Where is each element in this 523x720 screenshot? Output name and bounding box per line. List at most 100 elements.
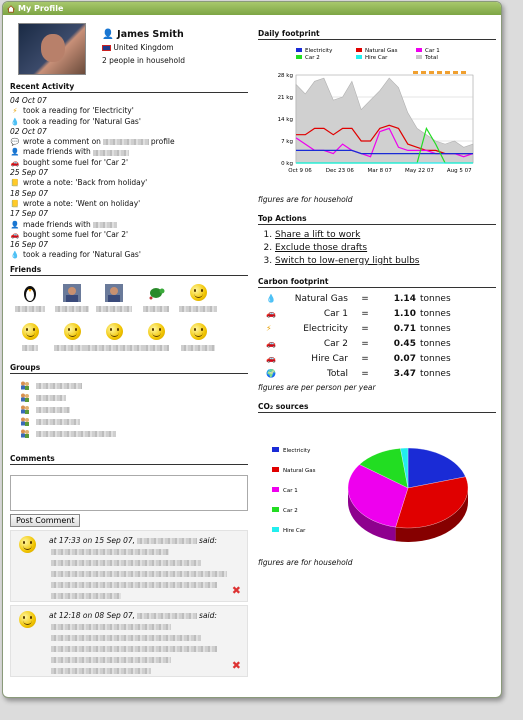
comment-line xyxy=(49,643,239,654)
blurred-text xyxy=(36,418,80,425)
post-comment-button[interactable]: Post Comment xyxy=(10,513,81,527)
legend-label: Electricity xyxy=(305,48,333,54)
carbon-unit: tonnes xyxy=(419,323,451,334)
blurred-text xyxy=(96,305,132,312)
app-window: My Profile 👤 James Smith United Kingdom … xyxy=(2,1,502,698)
smiley-icon xyxy=(104,322,124,342)
activity-item[interactable]: 💬 wrote a comment on profile xyxy=(10,137,248,147)
droplet-icon: 💧 xyxy=(10,251,20,260)
legend-label: Total xyxy=(424,55,438,61)
car-icon: 🚗 xyxy=(10,230,20,239)
penguin-icon xyxy=(20,283,40,303)
blurred-text xyxy=(51,581,217,588)
speech-bubble-icon: 💬 xyxy=(10,138,20,147)
carbon-row: 🚗 Car 2 = 0.45 tonnes xyxy=(264,336,453,351)
activity-item[interactable]: 💧 took a reading for 'Natural Gas' xyxy=(10,250,248,260)
blurred-text xyxy=(51,592,121,599)
friend[interactable] xyxy=(10,318,50,357)
friend[interactable] xyxy=(85,318,143,357)
top-action-link[interactable]: Share a lift to work xyxy=(275,230,360,240)
legend-label: Car 2 xyxy=(283,508,298,514)
friend[interactable] xyxy=(178,318,218,357)
group-item[interactable] xyxy=(10,428,248,440)
activity-item[interactable]: 👤 made friends with xyxy=(10,220,248,230)
delete-icon[interactable]: ✖ xyxy=(232,584,241,597)
activity-text: wrote a comment on xyxy=(23,137,101,147)
blurred-text xyxy=(51,645,217,652)
blurred-text xyxy=(36,430,116,437)
friend[interactable] xyxy=(52,318,92,357)
photo-icon xyxy=(104,283,124,303)
blurred-text xyxy=(143,344,169,351)
profile-name: James Smith xyxy=(117,29,184,40)
activity-text: made friends with xyxy=(23,147,91,157)
group-item[interactable] xyxy=(10,416,248,428)
top-action-item: Switch to low-energy light bulbs xyxy=(275,255,496,268)
activity-text: took a reading for 'Natural Gas' xyxy=(23,116,141,126)
activity-list: 04 Oct 07 ⚡ took a reading for 'Electricit… xyxy=(10,96,248,261)
top-action-link[interactable]: Exclude those drafts xyxy=(275,243,367,253)
friend[interactable] xyxy=(52,279,92,318)
group-item[interactable] xyxy=(10,404,248,416)
activity-text: made friends with xyxy=(23,219,91,229)
top-action-link[interactable]: Switch to low-energy light bulbs xyxy=(275,256,419,266)
window-title: My Profile xyxy=(18,4,64,13)
activity-item[interactable]: 👤 made friends with xyxy=(10,147,248,157)
top-actions-heading: Top Actions xyxy=(258,214,496,225)
friend[interactable] xyxy=(178,279,218,318)
legend-label: Natural Gas xyxy=(365,48,398,54)
group-item[interactable] xyxy=(10,380,248,392)
y-tick-label: 7 kg xyxy=(281,139,293,145)
carbon-unit: tonnes xyxy=(419,353,451,364)
carbon-unit: tonnes xyxy=(419,368,451,379)
activity-item[interactable]: 📒 wrote a note: 'Went on holiday' xyxy=(10,199,248,209)
friend[interactable] xyxy=(136,318,176,357)
legend-label: Electricity xyxy=(283,448,311,454)
activity-text: wrote a note: 'Back from holiday' xyxy=(23,178,148,188)
legend-swatch xyxy=(356,48,362,52)
event-marker xyxy=(437,71,442,74)
legend-label: Car 2 xyxy=(305,55,320,61)
comment-said: said: xyxy=(199,610,217,620)
photo-icon xyxy=(62,283,82,303)
activity-item[interactable]: 💧 took a reading for 'Natural Gas' xyxy=(10,117,248,127)
activity-item[interactable]: 🚗 bought some fuel for 'Car 2' xyxy=(10,158,248,168)
uk-flag-icon xyxy=(102,45,111,51)
activity-item[interactable]: 🚗 bought some fuel for 'Car 2' xyxy=(10,230,248,240)
comment-textarea[interactable] xyxy=(10,474,248,511)
y-tick-label: 14 kg xyxy=(278,117,293,123)
y-tick-label: 28 kg xyxy=(278,73,293,79)
friends-heading: Friends xyxy=(10,265,248,276)
globe-icon: 🌍 xyxy=(266,368,276,378)
blurred-text xyxy=(51,623,171,630)
friend[interactable] xyxy=(136,279,176,318)
avatar[interactable] xyxy=(18,23,86,75)
carbon-row: 🚗 Hire Car = 0.07 tonnes xyxy=(264,351,453,366)
title-bar: My Profile xyxy=(3,2,501,15)
comments-list: at 17:33 on 15 Sep 07, said: ✖ at 12:18 on … xyxy=(10,529,248,677)
comment-time: at 12:18 on 08 Sep 07, xyxy=(49,610,136,620)
carbon-row: 💧 Natural Gas = 1.14 tonnes xyxy=(264,291,453,306)
droplet-icon: 💧 xyxy=(266,293,276,303)
smiley-icon xyxy=(20,322,40,342)
smiley-icon xyxy=(19,610,36,628)
top-action-item: Exclude those drafts xyxy=(275,242,496,255)
activity-item[interactable]: 📒 wrote a note: 'Back from holiday' xyxy=(10,178,248,188)
friend[interactable] xyxy=(10,279,50,318)
y-tick-label: 0 kg xyxy=(281,161,293,167)
delete-icon[interactable]: ✖ xyxy=(232,659,241,672)
comment-line xyxy=(49,654,239,665)
blurred-text xyxy=(55,305,89,312)
legend-label: Natural Gas xyxy=(283,468,316,474)
comment-body: at 12:18 on 08 Sep 07, said: xyxy=(49,610,239,676)
legend-swatch xyxy=(272,487,279,492)
activity-item[interactable]: ⚡ took a reading for 'Electricity' xyxy=(10,106,248,116)
smiley-icon xyxy=(188,283,208,303)
friend[interactable] xyxy=(94,279,134,318)
comment-body: at 17:33 on 15 Sep 07, said: xyxy=(49,535,239,601)
legend-label: Hire Car xyxy=(365,55,388,61)
group-item[interactable] xyxy=(10,392,248,404)
smiley-icon xyxy=(146,322,166,342)
blurred-text xyxy=(92,149,129,156)
carbon-value: 0.07 xyxy=(393,353,416,364)
